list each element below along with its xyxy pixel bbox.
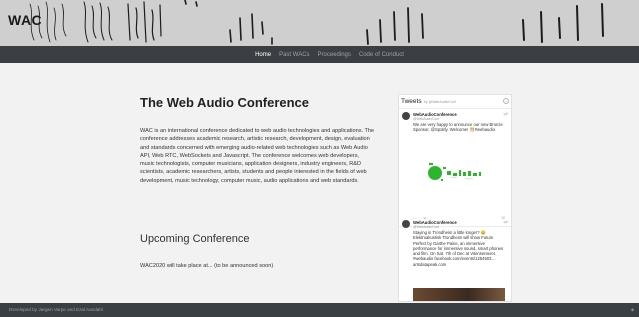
avatar[interactable] — [402, 220, 410, 228]
info-icon[interactable]: i — [503, 98, 509, 104]
tweet-author-handle[interactable]: @WebAudioConf — [413, 225, 439, 229]
main-content: The Web Audio Conference WAC is an inter… — [140, 95, 375, 269]
tweet-photo[interactable] — [413, 288, 505, 301]
intro-paragraph: WAC is an international conference dedic… — [140, 128, 375, 184]
timeline-header: Tweets by @WebAudioConf i — [399, 95, 511, 109]
timeline-title: Tweets — [401, 98, 422, 105]
tweet-author-handle[interactable]: @WebAudioConf — [413, 117, 439, 121]
tweet-text: We are very happy to announce our new Br… — [413, 122, 503, 133]
tweet-text: Staying in Trondheim a little longer? 😊 … — [413, 230, 504, 267]
upcoming-text: WAC2020 will take place at... (to be ann… — [140, 263, 274, 269]
github-icon[interactable]: ✶ — [630, 307, 635, 314]
footer: Developed by Jørgen Varpe and Ezal Aanda… — [0, 303, 639, 317]
nav-past-wacs[interactable]: Past WACs — [279, 52, 309, 58]
site-logo[interactable]: WAC — [8, 12, 42, 28]
nav-home[interactable]: Home — [255, 52, 271, 58]
twitter-bird-icon — [503, 220, 509, 224]
nav-proceedings[interactable]: Proceedings — [318, 52, 351, 58]
avatar[interactable] — [402, 112, 410, 120]
twitter-bird-icon — [503, 112, 509, 116]
twitter-timeline[interactable]: Tweets by @WebAudioConf i WebAudioConfer… — [398, 94, 512, 302]
main-nav: Home Past WACs Proceedings Code of Condu… — [0, 46, 639, 63]
upcoming-heading: Upcoming Conference — [140, 233, 250, 245]
timeline-by-link[interactable]: by @WebAudioConf — [424, 100, 456, 104]
nav-code-of-conduct[interactable]: Code of Conduct — [359, 52, 404, 58]
footer-credit: Developed by Jørgen Varpe and Ezal Aanda… — [9, 307, 103, 312]
page-title: The Web Audio Conference — [140, 95, 310, 110]
page: WAC Home Past WACs Proceedings Code of C… — [0, 0, 639, 317]
banner-waveform-art — [29, 0, 604, 45]
spotify-logo-image — [428, 163, 481, 181]
tweet-media-image[interactable] — [413, 151, 505, 213]
header-banner: WAC — [0, 0, 639, 46]
